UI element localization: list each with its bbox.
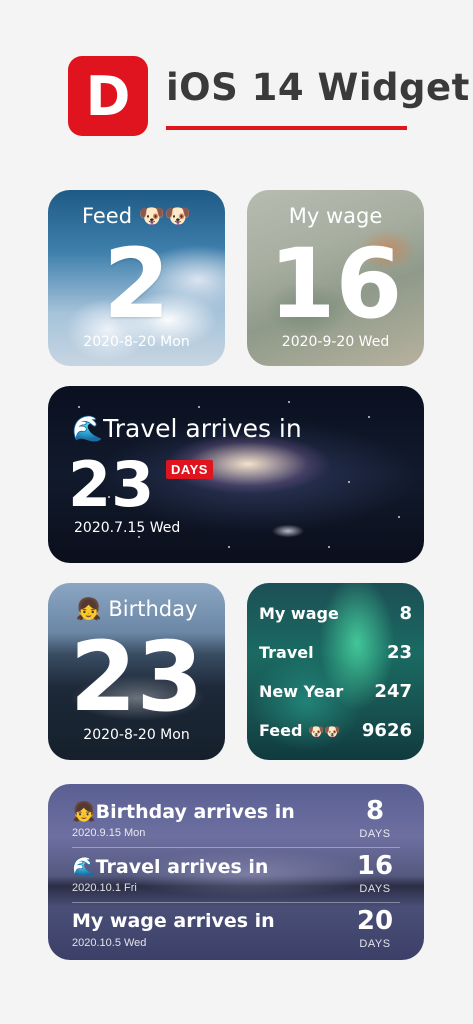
widget-wage-date: 2020-9-20 Wed xyxy=(281,334,390,350)
widget-birthday-title-row: 👧 Birthday xyxy=(48,597,225,622)
list-item-value: 247 xyxy=(374,681,412,702)
arrival-days: 16 xyxy=(356,851,394,881)
list-item-value: 23 xyxy=(386,642,412,663)
arrival-title: My wage arrives in xyxy=(72,910,275,932)
arrival-title: Birthday arrives in xyxy=(95,801,295,823)
list-item-value: 9626 xyxy=(361,720,412,741)
dog-icon: 🐶🐶 xyxy=(138,204,192,228)
divider xyxy=(72,902,400,903)
list-item: My wage arrives in 2020.10.5 Wed 20 DAYS xyxy=(72,906,400,960)
list-item-name: My wage xyxy=(259,604,339,623)
widget-wage-title: My wage xyxy=(288,204,383,228)
arrival-title-row: 🌊Travel arrives in xyxy=(72,855,268,878)
widget-arrivals[interactable]: 👧Birthday arrives in 2020.9.15 Mon 8 DAY… xyxy=(48,784,424,960)
girl-icon: 👧 xyxy=(72,801,96,823)
widget-travel-title-row: 🌊Travel arrives in xyxy=(72,414,302,444)
list-item: 🌊Travel arrives in 2020.10.1 Fri 16 DAYS xyxy=(72,851,400,907)
widget-travel[interactable]: 🌊Travel arrives in 23 DAYS 2020.7.15 Wed xyxy=(48,386,424,563)
arrival-title-row: 👧Birthday arrives in xyxy=(72,800,295,823)
app-icon-letter: D xyxy=(85,64,131,128)
list-item: Travel 23 xyxy=(259,642,412,663)
widget-feed-date: 2020-8-20 Mon xyxy=(83,334,190,350)
title-underline xyxy=(166,126,407,130)
girl-icon: 👧 xyxy=(75,597,102,621)
app-icon: D xyxy=(68,56,148,136)
widget-wage-number: 16 xyxy=(268,228,403,340)
list-item: 👧Birthday arrives in 2020.9.15 Mon 8 DAY… xyxy=(72,796,400,852)
arrival-date: 2020.10.5 Wed xyxy=(72,937,147,949)
arrival-date: 2020.9.15 Mon xyxy=(72,827,146,839)
widget-birthday[interactable]: 👧 Birthday 23 2020-8-20 Mon xyxy=(48,583,225,760)
widget-feed-number: 2 xyxy=(103,228,170,340)
list-item: Feed 🐶🐶 9626 xyxy=(259,720,412,741)
widget-feed-title-row: Feed 🐶🐶 xyxy=(48,204,225,229)
list-item: My wage 8 xyxy=(259,603,412,624)
list-item-label: Feed xyxy=(259,721,303,740)
arrival-unit: DAYS xyxy=(359,938,391,950)
dog-icon: 🐶🐶 xyxy=(308,725,341,740)
wave-icon: 🌊 xyxy=(72,856,96,878)
widget-birthday-date: 2020-8-20 Mon xyxy=(83,727,190,743)
days-badge: DAYS xyxy=(166,460,213,479)
arrival-date: 2020.10.1 Fri xyxy=(72,882,137,894)
widget-feed-title: Feed xyxy=(81,204,133,228)
list-item-name: Travel xyxy=(259,643,314,662)
wave-icon: 🌊 xyxy=(72,414,104,443)
widget-wage[interactable]: My wage 16 2020-9-20 Wed xyxy=(247,190,424,366)
page-title: iOS 14 Widget xyxy=(166,66,470,109)
widget-birthday-number: 23 xyxy=(69,621,204,733)
widget-feed[interactable]: Feed 🐶🐶 2 2020-8-20 Mon xyxy=(48,190,225,366)
arrival-unit: DAYS xyxy=(359,828,391,840)
widget-birthday-title: Birthday xyxy=(108,597,198,621)
arrival-title: Travel arrives in xyxy=(95,856,269,878)
widget-travel-title: Travel arrives in xyxy=(103,414,302,443)
list-item-name: Feed 🐶🐶 xyxy=(259,721,340,740)
arrival-days: 8 xyxy=(365,796,385,826)
widget-travel-date: 2020.7.15 Wed xyxy=(74,520,181,536)
list-item: New Year 247 xyxy=(259,681,412,702)
list-item-name: New Year xyxy=(259,682,344,701)
arrival-unit: DAYS xyxy=(359,883,391,895)
widget-countdown-list[interactable]: My wage 8 Travel 23 New Year 247 Feed 🐶🐶… xyxy=(247,583,424,760)
list-item-value: 8 xyxy=(399,603,412,624)
divider xyxy=(72,847,400,848)
arrival-days: 20 xyxy=(356,906,394,936)
widget-travel-number: 23 xyxy=(68,448,155,521)
